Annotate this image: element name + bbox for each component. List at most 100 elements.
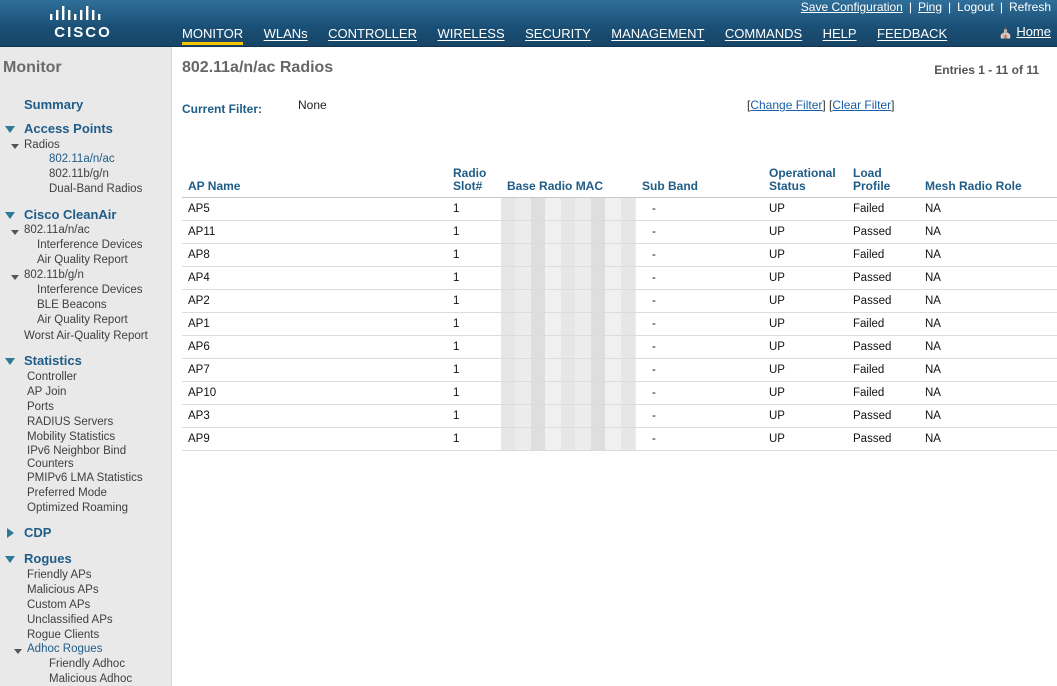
table-row[interactable]: AP6 1 - UP Passed NA — [182, 335, 1057, 359]
ap-name-cell[interactable]: AP4 — [182, 266, 447, 290]
home-link[interactable]: ⛪ Home — [998, 24, 1051, 39]
ap-name-cell[interactable]: AP8 — [182, 243, 447, 267]
refresh-link[interactable]: Refresh — [1009, 0, 1051, 14]
ap-name-cell[interactable]: AP5 — [182, 197, 447, 221]
sidebar-stats-controller[interactable]: Controller — [27, 371, 77, 383]
expand-rogues-icon[interactable] — [5, 556, 15, 563]
sidebar-rogue-custom[interactable]: Custom APs — [27, 599, 90, 611]
ap-name-cell[interactable]: AP11 — [182, 220, 447, 244]
table-row[interactable]: AP5 1 - UP Failed NA — [182, 197, 1057, 221]
col-radio-slot[interactable]: Radio Slot# — [447, 165, 501, 198]
sidebar-rogue-unclassified[interactable]: Unclassified APs — [27, 614, 113, 626]
logout-link[interactable]: Logout — [957, 0, 994, 14]
nav-security[interactable]: SECURITY — [525, 26, 591, 41]
redacted-mac-address — [501, 428, 636, 450]
sidebar-stats-ports[interactable]: Ports — [27, 401, 54, 413]
expand-adhoc-icon[interactable] — [14, 649, 22, 654]
load-profile-cell: Failed — [847, 358, 919, 382]
ping-link[interactable]: Ping — [918, 0, 942, 14]
sidebar-ca-bgn-ble[interactable]: BLE Beacons — [37, 299, 107, 311]
sidebar-ca-anac-interference[interactable]: Interference Devices — [37, 239, 142, 251]
sidebar-rogue-malicious[interactable]: Malicious APs — [27, 584, 99, 596]
table-row[interactable]: AP7 1 - UP Failed NA — [182, 358, 1057, 382]
nav-commands[interactable]: COMMANDS — [725, 26, 802, 41]
sidebar-item-80211anac[interactable]: 802.11a/n/ac — [49, 153, 115, 165]
sidebar-rogue-clients[interactable]: Rogue Clients — [27, 629, 99, 641]
col-sub-band[interactable]: Sub Band — [636, 165, 763, 198]
col-base-radio-mac[interactable]: Base Radio MAC — [501, 165, 636, 198]
save-configuration-link[interactable]: Save Configuration — [801, 0, 903, 14]
sidebar-ca-anac-aqr[interactable]: Air Quality Report — [37, 254, 128, 266]
sidebar-stats-mobility[interactable]: Mobility Statistics — [27, 431, 115, 443]
redacted-mac-address — [501, 198, 636, 220]
ap-name-cell[interactable]: AP1 — [182, 312, 447, 336]
sidebar-adhoc-friendly[interactable]: Friendly Adhoc — [49, 658, 125, 670]
change-filter-link[interactable]: Change Filter — [750, 98, 822, 112]
mesh-radio-role-cell: NA — [919, 335, 1057, 359]
col-radio-slot-line1: Radio — [453, 166, 487, 180]
ap-name-cell[interactable]: AP10 — [182, 381, 447, 405]
table-row[interactable]: AP2 1 - UP Passed NA — [182, 289, 1057, 313]
table-row[interactable]: AP3 1 - UP Passed NA — [182, 404, 1057, 428]
sidebar-rogue-friendly[interactable]: Friendly APs — [27, 569, 92, 581]
sidebar-adhoc-rogues[interactable]: Adhoc Rogues — [27, 643, 102, 655]
table-row[interactable]: AP4 1 - UP Passed NA — [182, 266, 1057, 290]
sidebar-stats-ap-join[interactable]: AP Join — [27, 386, 66, 398]
ap-name-cell[interactable]: AP3 — [182, 404, 447, 428]
sidebar-rogues[interactable]: Rogues — [24, 551, 72, 566]
sidebar-title: Monitor — [3, 59, 62, 76]
base-radio-mac-cell — [501, 358, 636, 382]
nav-wlans[interactable]: WLANs — [264, 26, 308, 41]
sidebar-stats-roaming[interactable]: Optimized Roaming — [27, 502, 128, 514]
ap-name-cell[interactable]: AP2 — [182, 289, 447, 313]
table-row[interactable]: AP9 1 - UP Passed NA — [182, 427, 1057, 451]
table-row[interactable]: AP8 1 - UP Failed NA — [182, 243, 1057, 267]
ap-name-cell[interactable]: AP9 — [182, 427, 447, 451]
sidebar-summary[interactable]: Summary — [24, 97, 83, 112]
expand-statistics-icon[interactable] — [5, 358, 15, 365]
sidebar-item-80211bgn[interactable]: 802.11b/g/n — [49, 168, 109, 180]
clear-filter-link[interactable]: Clear Filter — [832, 98, 891, 112]
expand-cdp-icon[interactable] — [7, 528, 14, 538]
sidebar-ca-anac[interactable]: 802.11a/n/ac — [24, 224, 90, 236]
col-mesh-radio-role[interactable]: Mesh Radio Role — [919, 165, 1057, 198]
load-profile-cell: Passed — [847, 266, 919, 290]
sidebar-stats-radius[interactable]: RADIUS Servers — [27, 416, 113, 428]
nav-controller[interactable]: CONTROLLER — [328, 26, 417, 41]
sidebar-worst-aqr[interactable]: Worst Air-Quality Report — [24, 330, 148, 342]
nav-help[interactable]: HELP — [823, 26, 857, 41]
table-row[interactable]: AP1 1 - UP Failed NA — [182, 312, 1057, 336]
sidebar-statistics[interactable]: Statistics — [24, 353, 82, 368]
sidebar-item-dual-band[interactable]: Dual-Band Radios — [49, 183, 142, 195]
table-row[interactable]: AP11 1 - UP Passed NA — [182, 220, 1057, 244]
expand-ca-bgn-icon[interactable] — [11, 275, 19, 280]
expand-cleanair-icon[interactable] — [5, 212, 15, 219]
sidebar-radios[interactable]: Radios — [24, 139, 60, 151]
sidebar-stats-ipv6-line1[interactable]: IPv6 Neighbor Bind — [27, 445, 126, 457]
sidebar-ca-bgn-aqr[interactable]: Air Quality Report — [37, 314, 128, 326]
sub-band-cell: - — [636, 220, 763, 244]
sidebar-adhoc-malicious[interactable]: Malicious Adhoc — [49, 673, 132, 685]
nav-wireless[interactable]: WIRELESS — [437, 26, 504, 41]
sidebar-cdp[interactable]: CDP — [24, 525, 51, 540]
sidebar-stats-pmipv6[interactable]: PMIPv6 LMA Statistics — [27, 472, 143, 484]
ap-name-cell[interactable]: AP7 — [182, 358, 447, 382]
col-load-profile[interactable]: Load Profile — [847, 165, 919, 198]
nav-monitor[interactable]: MONITOR — [182, 26, 244, 45]
sidebar-ca-bgn-interference[interactable]: Interference Devices — [37, 284, 142, 296]
radio-slot-cell: 1 — [447, 358, 501, 382]
nav-feedback[interactable]: FEEDBACK — [877, 26, 947, 41]
expand-ca-anac-icon[interactable] — [11, 230, 19, 235]
expand-radios-icon[interactable] — [11, 144, 19, 149]
nav-management[interactable]: MANAGEMENT — [611, 26, 704, 41]
sidebar-access-points[interactable]: Access Points — [24, 121, 113, 136]
col-operational-status[interactable]: Operational Status — [763, 165, 847, 198]
sidebar-stats-ipv6-line2[interactable]: Counters — [27, 458, 74, 470]
sidebar-stats-preferred[interactable]: Preferred Mode — [27, 487, 107, 499]
table-row[interactable]: AP10 1 - UP Failed NA — [182, 381, 1057, 405]
sidebar-cleanair[interactable]: Cisco CleanAir — [24, 207, 116, 222]
expand-access-points-icon[interactable] — [5, 126, 15, 133]
sidebar-ca-bgn[interactable]: 802.11b/g/n — [24, 269, 84, 281]
col-ap-name[interactable]: AP Name — [182, 165, 447, 198]
ap-name-cell[interactable]: AP6 — [182, 335, 447, 359]
